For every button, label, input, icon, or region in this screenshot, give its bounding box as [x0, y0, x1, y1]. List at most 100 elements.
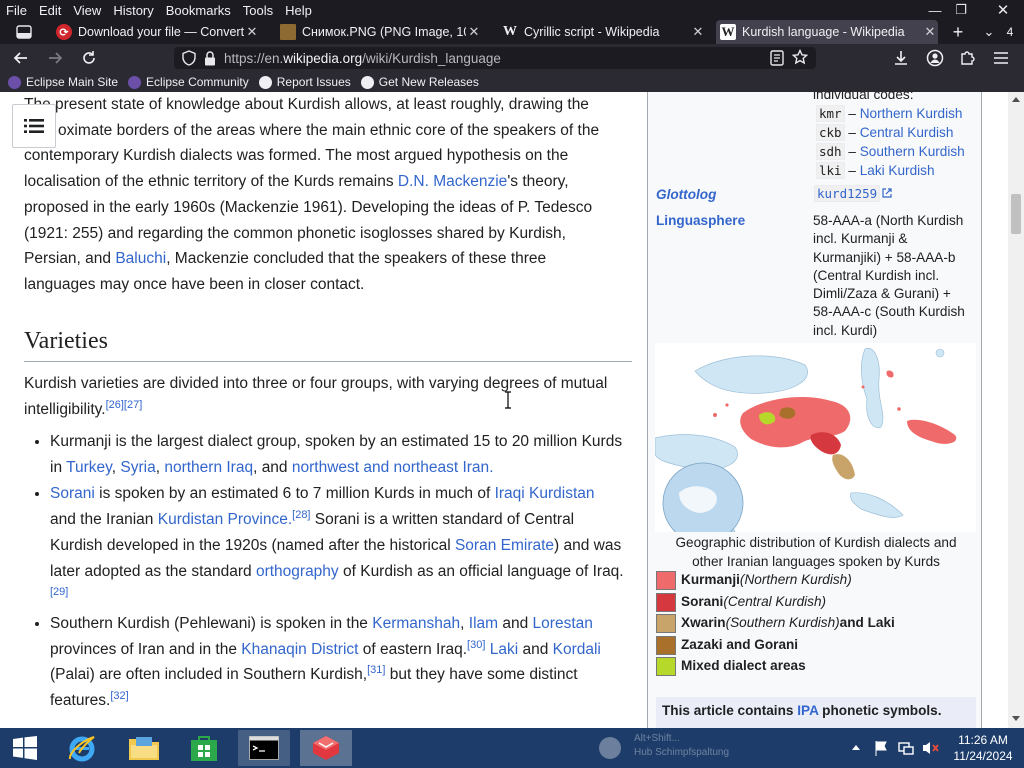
- shield-icon: [182, 50, 196, 66]
- account-button[interactable]: [924, 48, 946, 68]
- image-favicon-icon: [280, 24, 296, 40]
- glottolog-value[interactable]: kurd1259: [814, 185, 892, 204]
- toast-notification[interactable]: Alt+Shift... Hub Schimpfspaltung: [598, 732, 838, 764]
- link-kordali[interactable]: Kordali: [553, 641, 601, 658]
- lock-icon: [205, 50, 215, 65]
- text-span: localisation of the ethnic territory of …: [24, 173, 398, 191]
- link-kermanshah[interactable]: Kermanshah: [372, 615, 460, 632]
- bookmark-star-button[interactable]: [791, 48, 809, 68]
- tray-chevron-up-icon[interactable]: [852, 744, 860, 750]
- menu-edit[interactable]: Edit: [33, 3, 67, 18]
- link-northern-kurdish[interactable]: Northern Kurdish: [860, 106, 963, 121]
- link-mackenzie[interactable]: D.N. Mackenzie: [398, 173, 507, 190]
- menu-tools[interactable]: Tools: [237, 3, 279, 18]
- caption-line: Geographic distribution of Kurdish diale…: [675, 535, 957, 550]
- tab-kurdish-language[interactable]: W Kurdish language - Wikipedia ✕: [716, 20, 938, 44]
- flag-icon[interactable]: [874, 740, 890, 756]
- github-icon: [258, 75, 272, 89]
- bookmark-report-issues[interactable]: Report Issues: [258, 75, 351, 89]
- restore-button[interactable]: ❐: [944, 0, 978, 20]
- taskbar-internet-explorer[interactable]: [56, 730, 108, 766]
- taskbar-firefox-app[interactable]: [300, 730, 352, 766]
- link-khanaqin-district[interactable]: Khanaqin District: [241, 641, 358, 658]
- scroll-up-icon[interactable]: [1012, 96, 1020, 102]
- start-button[interactable]: [0, 730, 50, 766]
- glottolog-label[interactable]: Glottolog: [656, 186, 716, 205]
- link-ilam[interactable]: Ilam: [469, 615, 498, 632]
- link-orthography[interactable]: orthography: [256, 563, 339, 580]
- taskbar-file-explorer[interactable]: [118, 730, 170, 766]
- menu-history[interactable]: History: [107, 3, 159, 18]
- link-turkey[interactable]: Turkey: [66, 459, 112, 476]
- link-soran-emirate[interactable]: Soran Emirate: [455, 537, 554, 554]
- volume-muted-icon[interactable]: [922, 740, 940, 756]
- link-ipa[interactable]: IPA: [797, 703, 818, 718]
- tab-cyrillic-script[interactable]: W Cyrillic script - Wikipedia ✕: [498, 20, 706, 44]
- bookmark-eclipse-community[interactable]: Eclipse Community: [128, 75, 249, 89]
- bookmark-label: Eclipse Main Site: [26, 75, 119, 89]
- network-icon[interactable]: [898, 740, 914, 756]
- app-menu-button[interactable]: [990, 48, 1012, 68]
- url-host: wikipedia.org: [283, 50, 363, 66]
- link-sorani[interactable]: Sorani: [50, 485, 95, 502]
- extensions-button[interactable]: [956, 48, 978, 68]
- reader-view-button[interactable]: [770, 50, 784, 69]
- reference-link[interactable]: [26][27]: [106, 399, 143, 411]
- reference-link[interactable]: [31]: [367, 664, 385, 676]
- link-central-kurdish[interactable]: Central Kurdish: [860, 125, 954, 140]
- dialect-distribution-map[interactable]: [655, 343, 976, 532]
- new-tab-button[interactable]: +: [946, 20, 970, 44]
- text-span: 's theory,: [507, 173, 569, 191]
- table-of-contents-button[interactable]: [12, 104, 56, 148]
- close-window-button[interactable]: ✕: [986, 0, 1020, 20]
- menu-bookmarks[interactable]: Bookmarks: [160, 3, 237, 18]
- link-laki-kurdish[interactable]: Laki Kurdish: [860, 163, 935, 178]
- forward-button[interactable]: [44, 48, 66, 68]
- scroll-down-icon[interactable]: [1012, 716, 1020, 722]
- menu-view[interactable]: View: [67, 3, 107, 18]
- tab-close-icon[interactable]: ✕: [922, 24, 938, 40]
- system-clock[interactable]: 11:26 AM 11/24/2024: [946, 732, 1020, 764]
- tab-close-icon[interactable]: ✕: [466, 24, 482, 40]
- taskbar-command-prompt[interactable]: [238, 730, 290, 766]
- linguasphere-value: 58-AAA-a (North Kurdish incl. Kurmanji &…: [813, 212, 965, 340]
- tab-close-icon[interactable]: ✕: [690, 24, 706, 40]
- link-lorestan[interactable]: Lorestan: [533, 615, 593, 632]
- tab-download-file[interactable]: ⟳ Download your file — Converti ✕: [52, 20, 260, 44]
- reference-link[interactable]: [29]: [50, 586, 68, 598]
- taskbar-store[interactable]: [178, 730, 230, 766]
- link-northern-iraq[interactable]: northern Iraq: [164, 459, 253, 476]
- link-southern-kurdish[interactable]: Southern Kurdish: [860, 144, 965, 159]
- firefox-view-button[interactable]: [6, 20, 42, 44]
- bookmark-get-new-releases[interactable]: Get New Releases: [360, 75, 479, 89]
- reload-button[interactable]: [78, 48, 100, 68]
- iso-code: ckb: [816, 124, 845, 141]
- link-iraqi-kurdistan[interactable]: Iraqi Kurdistan: [495, 485, 595, 502]
- bookmark-label: Eclipse Community: [146, 75, 249, 89]
- menu-help[interactable]: Help: [279, 3, 318, 18]
- reference-link[interactable]: [32]: [110, 690, 128, 702]
- vertical-scrollbar[interactable]: [1008, 92, 1024, 728]
- link-northwest-northeast-iran[interactable]: northwest and northeast Iran: [292, 459, 489, 476]
- map-caption: Geographic distribution of Kurdish diale…: [656, 534, 976, 571]
- linguasphere-label[interactable]: Linguasphere: [656, 212, 745, 231]
- back-button[interactable]: [10, 48, 32, 68]
- menu-file[interactable]: File: [0, 3, 33, 18]
- link-syria[interactable]: Syria: [120, 459, 155, 476]
- scrollbar-thumb[interactable]: [1011, 194, 1021, 234]
- tab-close-icon[interactable]: ✕: [244, 24, 260, 40]
- list-item-southern-kurdish: Southern Kurdish (Pehlewani) is spoken i…: [50, 611, 624, 714]
- link-baluchi[interactable]: Baluchi: [115, 250, 166, 267]
- legend-swatch: [656, 657, 676, 676]
- list-all-tabs-button[interactable]: ⌄: [978, 20, 1000, 44]
- address-bar[interactable]: https://en. wikipedia.org/wiki/Kurdish_la…: [174, 47, 816, 69]
- bookmark-eclipse-main-site[interactable]: Eclipse Main Site: [8, 75, 118, 89]
- downloads-button[interactable]: [890, 48, 912, 68]
- legend-sorani: Sorani (Central Kurdish): [656, 593, 826, 612]
- reference-link[interactable]: [28]: [292, 509, 310, 521]
- reference-link[interactable]: [30]: [467, 638, 485, 650]
- link-kurdistan-province[interactable]: Kurdistan Province: [158, 511, 288, 528]
- link-laki[interactable]: Laki: [490, 641, 518, 658]
- tab-png-image[interactable]: Снимок.PNG (PNG Image, 1026 ✕: [276, 20, 482, 44]
- legend-mixed: Mixed dialect areas: [656, 657, 806, 676]
